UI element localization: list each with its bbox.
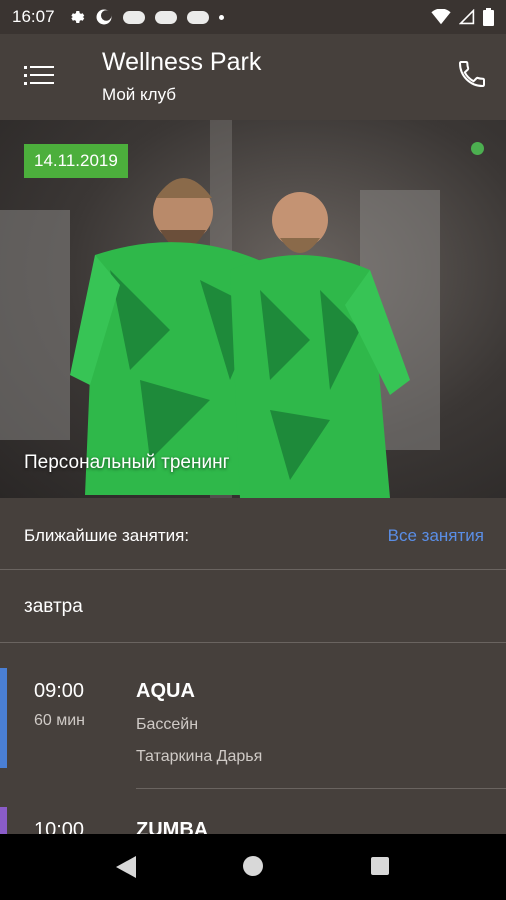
status-notification-icons [67, 8, 224, 26]
signal-icon [459, 9, 475, 25]
class-color-bar [0, 807, 7, 834]
app-notification-icon [122, 10, 145, 24]
battery-icon [483, 8, 494, 26]
banner-date-badge: 14.11.2019 [24, 144, 128, 178]
upcoming-classes-header: Ближайшие занятия: Все занятия [0, 498, 506, 570]
status-time: 16:07 [12, 7, 55, 26]
active-indicator-dot [471, 142, 484, 155]
recent-apps-icon[interactable] [371, 857, 389, 875]
class-coach: Татаркина Дарья [136, 748, 263, 765]
upcoming-classes-label: Ближайшие занятия: [24, 526, 190, 545]
class-time: 09:00 [34, 680, 85, 702]
app-title: Wellness Park [102, 48, 262, 76]
class-color-bar [0, 668, 7, 768]
promo-banner[interactable]: 14.11.2019 Персональный тренинг [0, 120, 506, 498]
status-bar: 16:07 [0, 0, 506, 34]
wifi-icon [431, 9, 451, 25]
app-bar: Wellness Park Мой клуб [0, 34, 506, 120]
gear-icon [70, 11, 84, 23]
do-not-disturb-moon-icon [96, 9, 112, 25]
list-divider [136, 788, 506, 789]
class-location: Бассейн [136, 716, 199, 733]
all-classes-link[interactable]: Все занятия [388, 526, 484, 546]
more-notifications-dot-icon [218, 14, 224, 20]
class-name: AQUA [136, 680, 195, 702]
class-time: 10:00 [34, 819, 85, 834]
day-label: завтра [24, 596, 83, 617]
menu-icon[interactable] [24, 60, 56, 90]
class-name: ZUMBA [136, 819, 209, 834]
class-list-item[interactable]: 10:00 ZUMBA [0, 807, 506, 834]
system-navigation-bar [0, 834, 506, 900]
app-subtitle: Мой клуб [102, 85, 177, 104]
class-list-item[interactable]: 09:00 60 мин AQUA Бассейн Татаркина Дарь… [0, 668, 506, 789]
app-notification-icon [186, 10, 209, 24]
class-duration: 60 мин [34, 712, 86, 729]
banner-caption: Персональный тренинг [24, 452, 230, 473]
phone-icon[interactable] [456, 58, 488, 90]
day-group-header: завтра [0, 570, 506, 643]
app-notification-icon [154, 10, 177, 24]
home-icon[interactable] [243, 856, 263, 876]
back-icon[interactable] [116, 856, 136, 878]
